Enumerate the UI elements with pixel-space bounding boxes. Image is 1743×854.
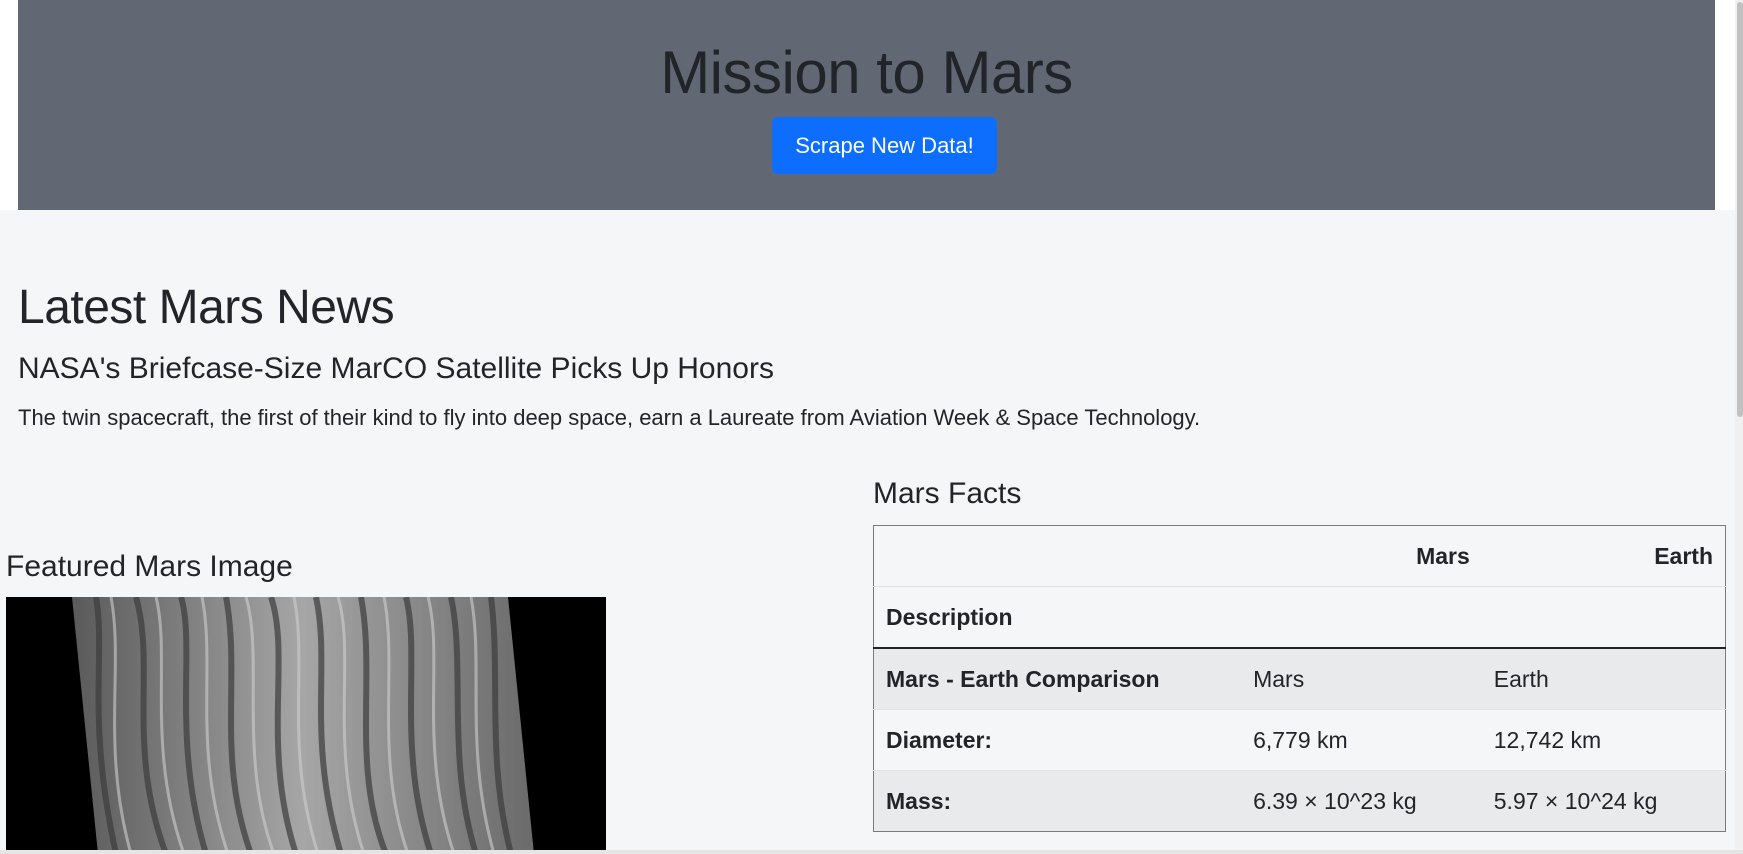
row-label: Mass: [873, 770, 1242, 832]
header-left-margin [0, 0, 18, 210]
row-mars-value: 6.39 × 10^23 kg [1241, 770, 1482, 832]
table-header-row: Mars Earth [874, 526, 1726, 587]
featured-mars-image [6, 597, 606, 854]
row-label: Diameter: [873, 709, 1242, 771]
row-earth-value: 5.97 × 10^24 kg [1481, 770, 1726, 832]
news-heading: Latest Mars News [18, 281, 395, 334]
table-header-blank [874, 526, 1242, 587]
table-index-blank-1 [1241, 586, 1482, 649]
news-paragraph: The twin spacecraft, the first of their … [18, 405, 1201, 430]
bottom-edge [0, 850, 1743, 854]
scrape-button[interactable]: Scrape New Data! [772, 117, 997, 174]
header-jumbotron: Mission to Mars Scrape New Data! [18, 0, 1715, 210]
row-mars-value: Mars [1241, 647, 1482, 710]
news-title: NASA's Briefcase-Size MarCO Satellite Pi… [18, 352, 774, 385]
row-label: Mars - Earth Comparison [873, 647, 1242, 710]
table-row: Mass: 6.39 × 10^23 kg 5.97 × 10^24 kg [873, 770, 1726, 832]
table-index-row: Description [873, 586, 1726, 649]
row-earth-value: 12,742 km [1481, 709, 1726, 771]
table-header-mars: Mars [1416, 542, 1470, 569]
table-index-blank-2 [1481, 586, 1726, 649]
table-header-earth: Earth [1654, 542, 1713, 569]
mars-facts-table: Mars Earth Description Mars - Earth Comp… [873, 525, 1726, 832]
scrollbar-thumb[interactable] [1737, 2, 1743, 417]
mars-surface-image [6, 597, 606, 854]
mars-facts-heading: Mars Facts [873, 477, 1022, 510]
row-earth-value: Earth [1481, 647, 1726, 710]
row-mars-value: 6,779 km [1241, 709, 1482, 771]
table-row: Mars - Earth Comparison Mars Earth [873, 647, 1726, 710]
table-index-label: Description [873, 586, 1242, 649]
page-title: Mission to Mars [660, 39, 1073, 106]
page: Mission to Mars Scrape New Data! Latest … [0, 0, 1743, 854]
table-row: Diameter: 6,779 km 12,742 km [873, 709, 1726, 771]
featured-image-heading: Featured Mars Image [6, 550, 293, 583]
